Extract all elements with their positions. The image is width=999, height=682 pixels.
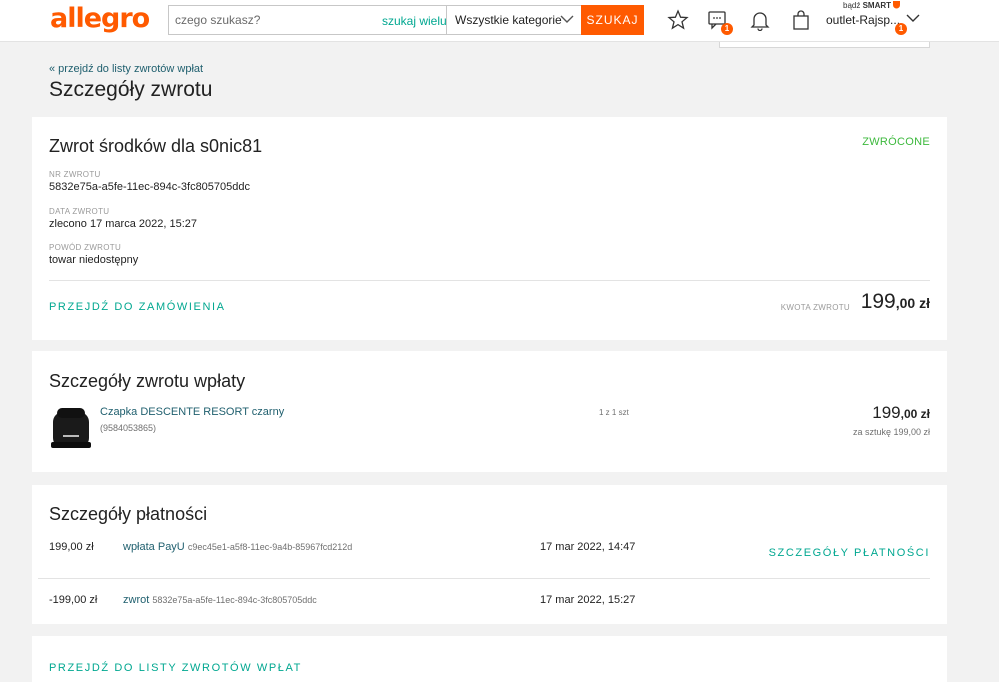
status-badge: ZWRÓCONE: [862, 136, 930, 148]
refund-amount-main: 199: [860, 290, 896, 313]
smart-promo[interactable]: bądź SMART: [843, 1, 901, 10]
product-id: (9584053865): [100, 423, 157, 433]
refund-reason-label: POWÓD ZWROTU: [49, 243, 122, 252]
refund-row: zwrot 5832e75a-a5fe-11ec-894c-3fc805705d…: [123, 594, 317, 606]
refund-title: Zwrot środków dla s0nic81: [49, 136, 263, 156]
refund-type-link[interactable]: zwrot: [123, 594, 149, 606]
search-many-link[interactable]: szukaj wielu: [382, 14, 447, 28]
go-to-order-link[interactable]: PRZEJDŹ DO ZAMÓWIENIA: [49, 301, 226, 313]
back-to-refunds-link[interactable]: « przejdź do listy zwrotów wpłat: [49, 63, 203, 75]
star-icon[interactable]: [667, 9, 689, 31]
back-to-refund-list-link[interactable]: PRZEJDŹ DO LISTY ZWROTÓW WPŁAT: [49, 662, 302, 674]
refund-date-label: DATA ZWROTU: [49, 207, 110, 216]
refund-amount-label: KWOTA ZWROTU: [780, 303, 850, 312]
payment-refund-title: Szczegóły zwrotu wpłaty: [49, 371, 246, 391]
user-menu[interactable]: outlet-Rajsp...: [826, 13, 900, 27]
product-image[interactable]: [49, 404, 93, 454]
smart-prefix: bądź: [843, 1, 861, 10]
payments-card: Szczegóły płatności 199,00 zł wpłata Pay…: [32, 485, 947, 624]
divider: [49, 280, 930, 281]
product-price-cents: ,00 zł: [900, 407, 930, 421]
payment-refund-card: Szczegóły zwrotu wpłaty Czapka DESCENTE …: [32, 351, 947, 472]
user-badge: 1: [895, 23, 907, 35]
chevron-down-icon[interactable]: [906, 13, 920, 23]
payment-row: wpłata PayU c9ec45e1-a5f8-11ec-9a4b-8596…: [123, 541, 352, 553]
payment-date: 17 mar 2022, 14:47: [540, 541, 636, 553]
refund-id: 5832e75a-a5fe-11ec-894c-3fc805705ddc: [152, 595, 317, 605]
allegro-logo[interactable]: allegro: [50, 4, 150, 34]
payment-type-link[interactable]: wpłata PayU: [123, 541, 185, 553]
product-quantity: 1 z 1 szt: [599, 408, 629, 417]
product-price: 199,00 zł: [872, 403, 930, 423]
search-button[interactable]: SZUKAJ: [581, 5, 644, 35]
bell-icon[interactable]: [749, 9, 771, 31]
dropdown-edge: [719, 42, 930, 48]
page-title: Szczegóły zwrotu: [49, 78, 213, 101]
refund-amount-cents: ,00 zł: [895, 295, 930, 311]
footer-card: PRZEJDŹ DO LISTY ZWROTÓW WPŁAT: [32, 636, 947, 682]
smart-label: SMART: [862, 1, 892, 10]
refund-amount-row: -199,00 zł: [49, 594, 98, 606]
refund-number-value: 5832e75a-a5fe-11ec-894c-3fc805705ddc: [49, 181, 251, 193]
payment-id: c9ec45e1-a5f8-11ec-9a4b-85967fcd212d: [187, 542, 353, 552]
top-header: allegro szukaj wielu Wszystkie kategorie…: [0, 0, 999, 42]
refund-date: 17 mar 2022, 15:27: [540, 594, 636, 606]
smart-shield-icon: [893, 1, 901, 9]
payment-amount: 199,00 zł: [49, 541, 94, 553]
refund-amount: 199,00 zł: [861, 290, 930, 314]
chevron-down-icon: [560, 15, 574, 23]
payments-title: Szczegóły płatności: [49, 504, 208, 524]
refund-number-label: NR ZWROTU: [49, 170, 101, 179]
shopping-bag-icon[interactable]: [790, 9, 812, 31]
category-value: Wszystkie kategorie: [455, 13, 562, 27]
messages-badge: 1: [721, 23, 733, 35]
product-price-main: 199: [872, 403, 901, 422]
refund-date-value: zlecono 17 marca 2022, 15:27: [49, 218, 197, 230]
search-bar: szukaj wielu Wszystkie kategorie SZUKAJ: [168, 5, 644, 35]
refund-summary-card: Zwrot środków dla s0nic81 ZWRÓCONE NR ZW…: [32, 117, 947, 340]
price-per-unit: za sztukę 199,00 zł: [852, 427, 930, 437]
product-name-link[interactable]: Czapka DESCENTE RESORT czarny: [100, 406, 284, 418]
refund-reason-value: towar niedostępny: [49, 254, 139, 266]
divider: [38, 578, 930, 579]
category-select[interactable]: Wszystkie kategorie: [446, 6, 582, 34]
payment-details-link[interactable]: SZCZEGÓŁY PŁATNOŚCI: [769, 547, 930, 559]
